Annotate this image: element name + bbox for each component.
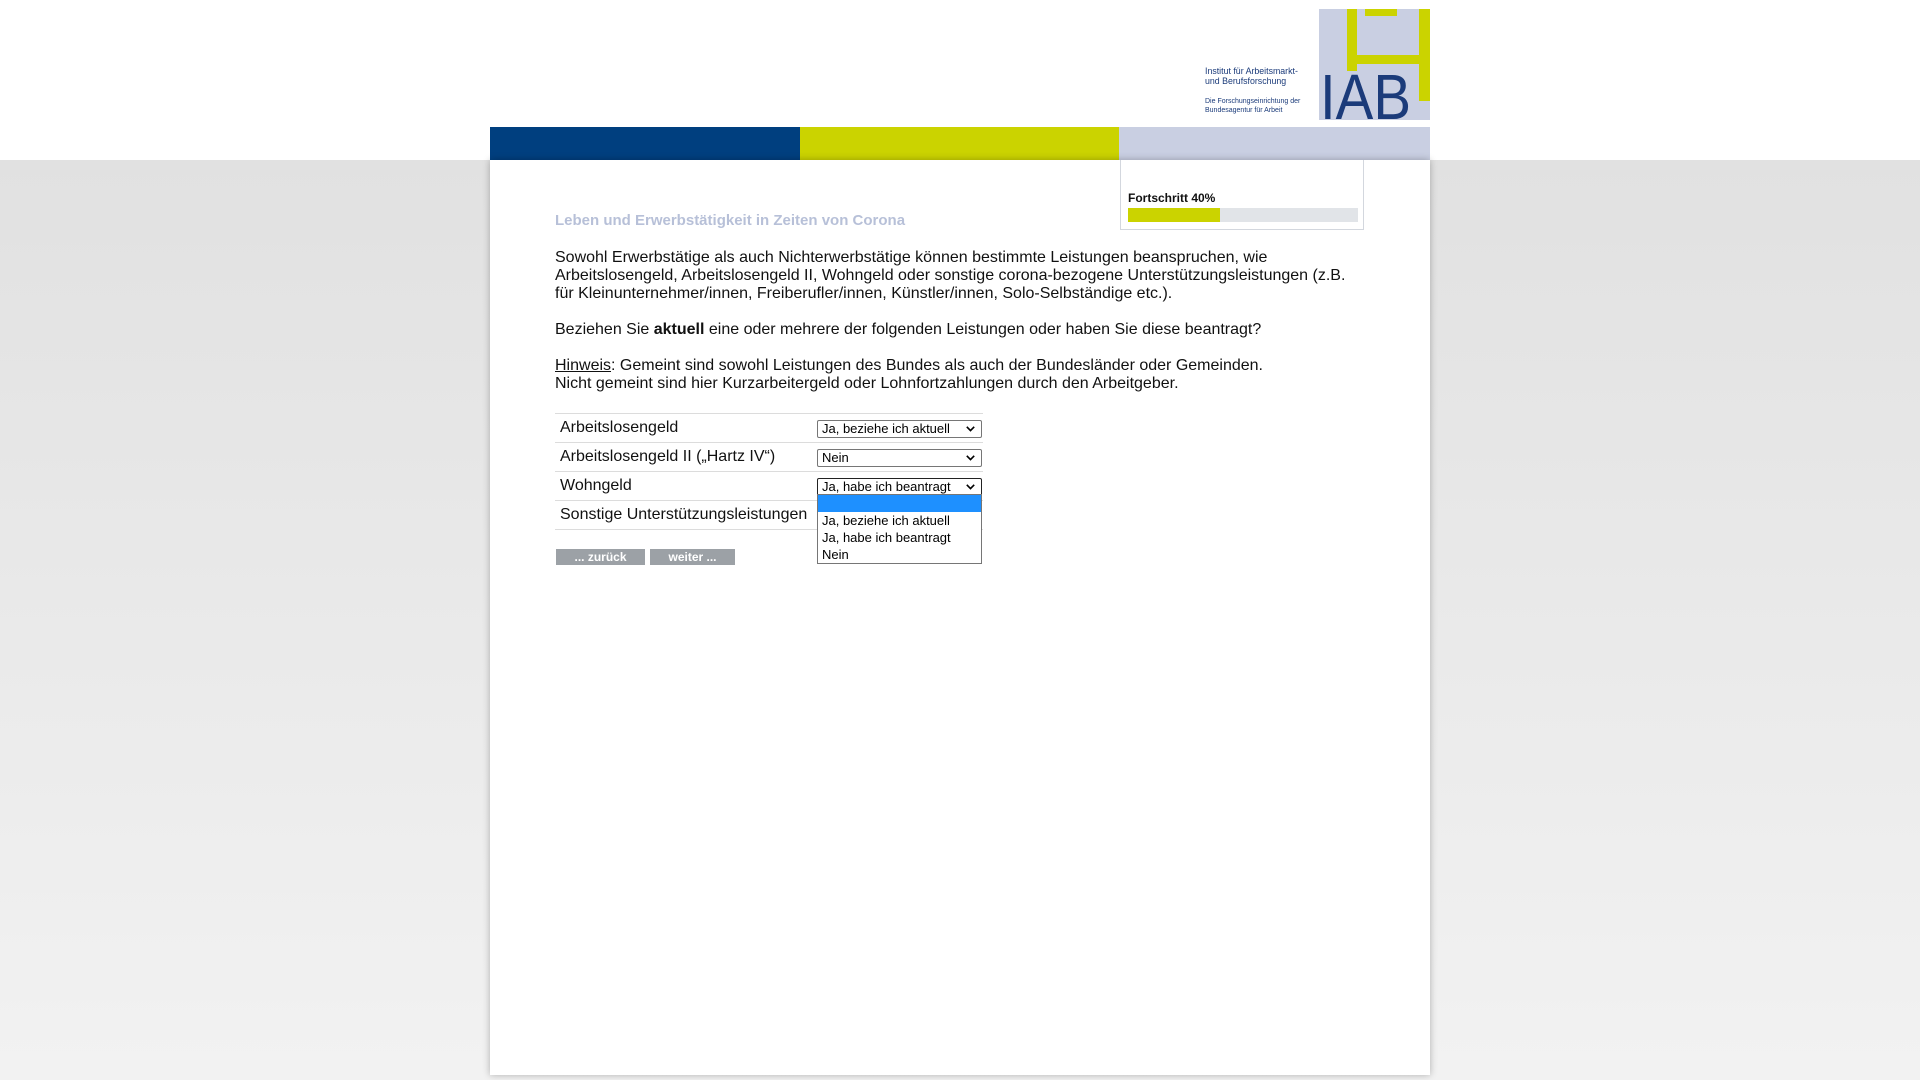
progress-label: Fortschritt 40%: [1128, 191, 1216, 205]
question-text-after: eine oder mehrere der folgenden Leistung…: [704, 321, 1262, 338]
logo-org-name-line2: und Berufsforschung: [1205, 76, 1287, 86]
dropdown-option-empty[interactable]: [818, 495, 981, 512]
intro-paragraph: Sowohl Erwerbstätige als auch Nichterwer…: [555, 249, 1346, 302]
brand-bar-blue: [490, 127, 800, 160]
benefit-label: Arbeitslosengeld: [560, 419, 679, 436]
benefit-label: Arbeitslosengeld II („Hartz IV“): [560, 448, 776, 465]
dropdown-option-beantragt[interactable]: Ja, habe ich beantragt: [818, 529, 981, 546]
progress-bar-fill: [1128, 208, 1220, 222]
benefit-label: Sonstige Unterstützungsleistungen: [560, 506, 808, 523]
question-emphasis: aktuell: [653, 321, 705, 338]
question-text-before: Beziehen Sie: [555, 321, 654, 338]
progress-bar-track: [1128, 208, 1358, 222]
benefit-status-select[interactable]: Nein: [817, 449, 982, 467]
benefit-row-arbeitslosengeld-ii: Arbeitslosengeld II („Hartz IV“) Nein: [555, 442, 983, 471]
logo-subtitle-line2: Bundesagentur für Arbeit: [1205, 107, 1283, 114]
logo-lettering: IAB: [1320, 61, 1411, 120]
dropdown-option-beziehe-aktuell[interactable]: Ja, beziehe ich aktuell: [818, 512, 981, 529]
benefit-label: Wohngeld: [560, 477, 632, 494]
hint-text: Hinweis: Gemeint sind sowohl Leistungen …: [555, 357, 1363, 393]
brand-bar-green: [800, 127, 1119, 160]
brand-color-bar: [490, 127, 1430, 160]
iab-logo: IAB: [1319, 9, 1430, 120]
hint-line2: Nicht gemeint sind hier Kurzarbeitergeld…: [555, 375, 1179, 392]
chevron-down-icon: [966, 426, 975, 432]
logo-subtitle-line1: Die Forschungseinrichtung der: [1205, 98, 1301, 105]
dropdown-option-nein[interactable]: Nein: [818, 546, 981, 563]
logo-org-name-line1: Institut für Arbeitsmarkt-: [1205, 66, 1298, 76]
question-text: Beziehen Sie aktuell eine oder mehrere d…: [555, 321, 1363, 339]
select-value: Ja, habe ich beantragt: [822, 479, 951, 494]
chevron-down-icon: [966, 484, 975, 490]
hint-label: Hinweis: [555, 357, 612, 374]
next-button[interactable]: weiter ...: [650, 549, 735, 565]
progress-panel: Fortschritt 40%: [1120, 160, 1364, 230]
chevron-down-icon: [966, 455, 975, 461]
brand-bar-lavender: [1119, 127, 1430, 160]
select-value: Ja, beziehe ich aktuell: [822, 421, 950, 436]
hint-line1: : Gemeint sind sowohl Leistungen des Bun…: [611, 357, 1263, 374]
select-dropdown-list: Ja, beziehe ich aktuell Ja, habe ich bea…: [817, 494, 982, 564]
back-button[interactable]: ... zurück: [556, 549, 645, 565]
benefit-row-arbeitslosengeld: Arbeitslosengeld Ja, beziehe ich aktuell: [555, 413, 983, 442]
select-value: Nein: [822, 450, 849, 465]
benefit-status-select[interactable]: Ja, beziehe ich aktuell: [817, 420, 982, 438]
survey-title: Leben und Erwerbstätigkeit in Zeiten von…: [555, 212, 906, 229]
